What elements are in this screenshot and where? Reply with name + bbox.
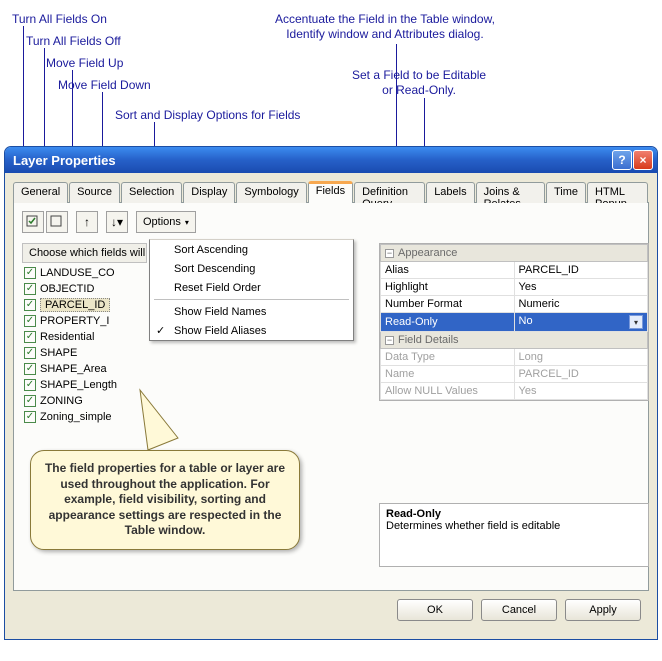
options-label: Options (143, 216, 181, 228)
checkbox-icon[interactable] (24, 395, 36, 407)
titlebar: Layer Properties ? × (5, 147, 657, 173)
annotation-accentuate: Accentuate the Field in the Table window… (275, 12, 495, 42)
cancel-button[interactable]: Cancel (481, 599, 557, 621)
fields-toolbar: ↓▾ Options ▾ (22, 211, 640, 233)
tab-html-popup[interactable]: HTML Popup (587, 182, 648, 203)
tab-selection[interactable]: Selection (121, 182, 182, 203)
tab-source[interactable]: Source (69, 182, 120, 203)
move-field-down-button[interactable]: ↓▾ (106, 211, 128, 233)
dialog-button-row: OK Cancel Apply (13, 591, 649, 631)
field-details-header: Field Details (398, 334, 459, 346)
menu-reset-order[interactable]: Reset Field Order (150, 278, 353, 297)
checkbox-icon[interactable] (24, 331, 36, 343)
tab-time[interactable]: Time (546, 182, 586, 203)
prop-label: Allow NULL Values (381, 383, 515, 400)
chevron-down-icon[interactable]: ▾ (629, 315, 643, 329)
tab-joins-relates[interactable]: Joins & Relates (476, 182, 545, 203)
tab-symbology[interactable]: Symbology (236, 182, 306, 203)
check-icon: ✓ (156, 324, 165, 337)
help-title: Read-Only (386, 508, 642, 520)
field-row[interactable]: SHAPE_Area (22, 361, 362, 377)
menu-separator (154, 299, 349, 300)
annotation-all-off: Turn All Fields Off (26, 34, 121, 49)
titlebar-close-button[interactable]: × (633, 150, 653, 170)
checkbox-icon[interactable] (24, 283, 36, 295)
prop-value[interactable]: Yes (514, 279, 648, 296)
callout-bubble: The field properties for a table or laye… (30, 450, 300, 550)
toolbar-separator (130, 211, 134, 233)
menu-sort-descending[interactable]: Sort Descending (150, 259, 353, 278)
prop-value[interactable]: Numeric (514, 296, 648, 313)
choose-fields-label: Choose which fields will (22, 243, 147, 263)
tab-display[interactable]: Display (183, 182, 235, 203)
all-fields-on-button[interactable] (22, 211, 44, 233)
appearance-header: Appearance (398, 247, 457, 259)
prop-label: Data Type (381, 349, 515, 366)
prop-value: Long (514, 349, 648, 366)
prop-label: Name (381, 366, 515, 383)
menu-show-field-names[interactable]: Show Field Names (150, 302, 353, 321)
checkbox-icon[interactable] (24, 379, 36, 391)
checkbox-icon[interactable] (24, 347, 36, 359)
layer-properties-dialog: Layer Properties ? × General Source Sele… (4, 146, 658, 640)
prop-value[interactable]: PARCEL_ID (514, 262, 648, 279)
checkbox-icon[interactable] (24, 363, 36, 375)
checkbox-icon[interactable] (24, 411, 36, 423)
readonly-dropdown[interactable]: No▾ (514, 313, 648, 332)
checkbox-icon[interactable] (24, 299, 36, 311)
menu-sort-ascending[interactable]: Sort Ascending (150, 240, 353, 259)
move-field-up-button[interactable] (76, 211, 98, 233)
tabs: General Source Selection Display Symbolo… (13, 181, 649, 203)
options-menu-button[interactable]: Options ▾ (136, 211, 196, 233)
tab-fields[interactable]: Fields (308, 181, 353, 203)
toolbar-separator (70, 211, 74, 233)
uncheck-all-icon (50, 215, 64, 229)
tab-definition-query[interactable]: Definition Query (354, 182, 425, 203)
chevron-down-icon: ▾ (117, 215, 123, 229)
field-row[interactable]: SHAPE (22, 345, 362, 361)
prop-label: Highlight (381, 279, 515, 296)
collapse-icon[interactable]: − (385, 336, 394, 345)
chevron-down-icon: ▾ (185, 218, 189, 227)
options-dropdown-menu: Sort Ascending Sort Descending Reset Fie… (149, 239, 354, 341)
quick-help-box: Read-Only Determines whether field is ed… (379, 503, 649, 567)
menu-show-field-aliases[interactable]: ✓Show Field Aliases (150, 321, 353, 340)
checkbox-icon[interactable] (24, 267, 36, 279)
prop-value: PARCEL_ID (514, 366, 648, 383)
checkbox-icon[interactable] (24, 315, 36, 327)
tab-labels[interactable]: Labels (426, 182, 474, 203)
check-all-icon (26, 215, 40, 229)
prop-value: Yes (514, 383, 648, 400)
titlebar-help-button[interactable]: ? (612, 150, 632, 170)
collapse-icon[interactable]: − (385, 249, 394, 258)
prop-label: Alias (381, 262, 515, 279)
annotation-editable: Set a Field to be Editable or Read-Only. (352, 68, 486, 98)
dialog-title: Layer Properties (13, 153, 116, 168)
apply-button[interactable]: Apply (565, 599, 641, 621)
all-fields-off-button[interactable] (46, 211, 68, 233)
ok-button[interactable]: OK (397, 599, 473, 621)
prop-label: Read-Only (381, 313, 515, 332)
annotation-move-up: Move Field Up (46, 56, 123, 71)
prop-label: Number Format (381, 296, 515, 313)
tab-general[interactable]: General (13, 182, 68, 203)
help-text: Determines whether field is editable (386, 520, 642, 532)
field-properties-panel: −Appearance AliasPARCEL_ID HighlightYes … (379, 243, 649, 401)
toolbar-separator (100, 211, 104, 233)
annotation-sort-opts: Sort and Display Options for Fields (115, 108, 300, 123)
annotation-all-on: Turn All Fields On (12, 12, 107, 27)
